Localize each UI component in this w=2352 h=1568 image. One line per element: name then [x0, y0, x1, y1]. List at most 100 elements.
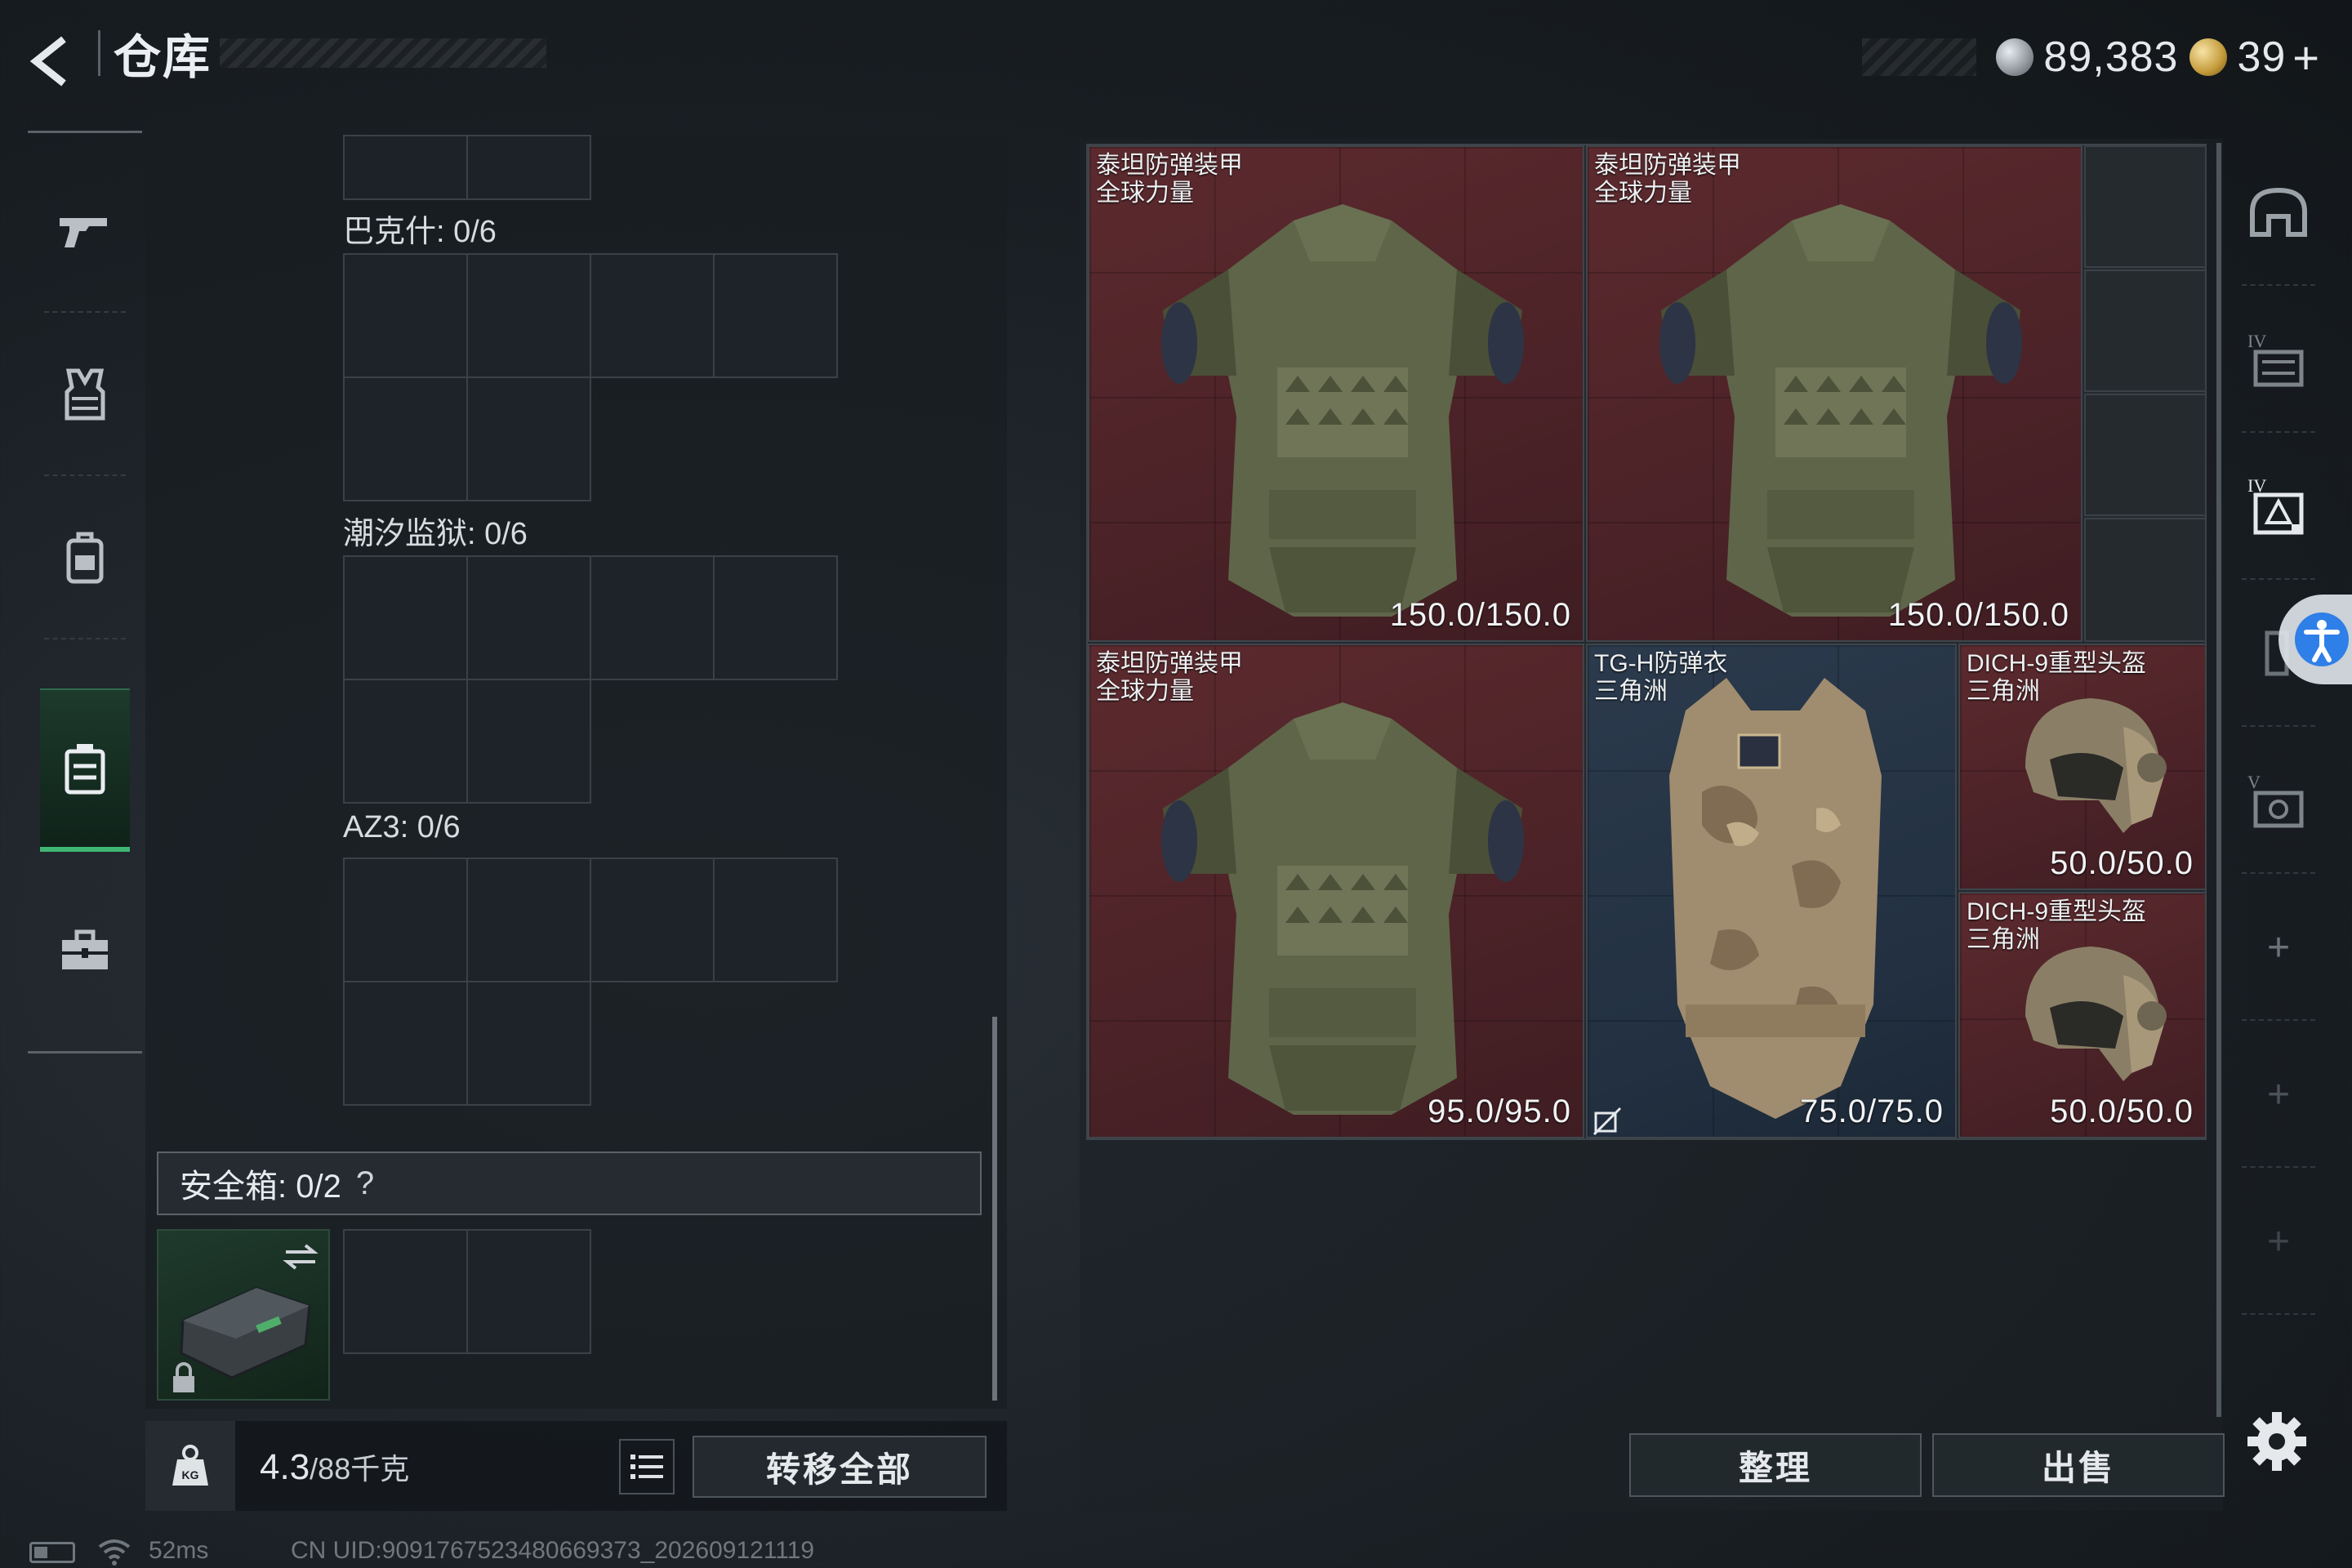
storage-group-label: 巴克什: 0/6	[343, 215, 497, 249]
inventory-slot[interactable]	[2084, 270, 2207, 392]
item-name: DICH-9重型头盔 三角洲	[1967, 898, 2147, 953]
svg-text:IV: IV	[2247, 331, 2266, 351]
weight-icon: KG	[172, 1445, 208, 1486]
add-currency-button[interactable]: +	[2292, 31, 2319, 84]
item-durability: 50.0/50.0	[2050, 845, 2194, 881]
storage-slot[interactable]	[713, 555, 838, 680]
no-repair-icon	[1592, 1107, 1622, 1136]
inventory-slot[interactable]	[2084, 145, 2207, 268]
storage-slot[interactable]	[713, 253, 838, 378]
storage-slot[interactable]	[343, 981, 468, 1106]
titan-armor-image	[1161, 204, 1524, 617]
item-durability: 75.0/75.0	[1800, 1094, 1944, 1129]
list-view-button[interactable]	[619, 1439, 675, 1494]
status-bar: 52ms CN UID:9091767523480669373_20260912…	[0, 1535, 2352, 1568]
add-icon: +	[2266, 925, 2291, 969]
inventory-slot[interactable]	[2084, 518, 2207, 642]
storage-slot[interactable]	[343, 253, 468, 378]
nav-vest[interactable]	[28, 313, 142, 476]
user-uid: CN UID:9091767523480669373_202609121119	[291, 1537, 815, 1564]
storage-slot[interactable]	[343, 679, 468, 804]
wifi-icon	[98, 1539, 131, 1566]
inventory-item[interactable]: 泰坦防弹装甲 全球力量 95.0/95.0	[1088, 644, 1584, 1138]
left-nav	[28, 131, 142, 1054]
top-bar: 仓库 89,383 39 +	[0, 0, 2352, 122]
item-name: 泰坦防弹装甲 全球力量	[1096, 152, 1243, 207]
storage-slot[interactable]	[466, 253, 591, 378]
inventory-item[interactable]: DICH-9重型头盔 三角洲 50.0/50.0	[1958, 644, 2207, 890]
storage-footer: KG 4.3/88千克 转移全部	[145, 1421, 1007, 1511]
swap-icon[interactable]	[281, 1241, 320, 1273]
ping-readout: 52ms	[149, 1537, 209, 1564]
item-durability: 50.0/50.0	[2050, 1094, 2194, 1129]
safebox-slot[interactable]	[343, 1229, 468, 1354]
storage-slot[interactable]	[466, 679, 591, 804]
storage-slot[interactable]	[466, 376, 591, 501]
helmet-slot-icon	[2250, 187, 2307, 237]
safebox-help-button[interactable]: ?	[356, 1165, 374, 1202]
sell-button[interactable]: 出售	[1932, 1433, 2225, 1497]
filter-armor-iv-active[interactable]: IV	[2234, 433, 2323, 580]
sort-button[interactable]: 整理	[1629, 1433, 1922, 1497]
add-slot-button[interactable]: +	[2234, 1168, 2323, 1315]
armor-v-icon: V	[2247, 772, 2304, 828]
currency-decoration	[1862, 38, 1977, 76]
settings-button[interactable]	[2244, 1409, 2310, 1474]
nav-storage-case[interactable]	[40, 688, 130, 852]
item-name: DICH-9重型头盔 三角洲	[1967, 650, 2147, 705]
add-slot-button[interactable]: +	[2234, 1021, 2323, 1168]
currency-display: 89,383 39 +	[1862, 24, 2319, 90]
storage-slot[interactable]	[343, 135, 468, 200]
transfer-all-button[interactable]: 转移全部	[693, 1436, 987, 1498]
svg-text:V: V	[2247, 772, 2261, 792]
inventory-slot[interactable]	[2084, 394, 2207, 516]
filter-armor-iv[interactable]: IV	[2234, 286, 2323, 433]
backpack-icon	[66, 532, 104, 584]
toolbox-icon	[62, 929, 108, 969]
inventory-item[interactable]: 泰坦防弹装甲 全球力量 150.0/150.0	[1088, 145, 1584, 642]
accessibility-icon	[2295, 612, 2349, 666]
inventory-item[interactable]: TG-H防弹衣 三角洲 75.0/75.0	[1586, 644, 1957, 1138]
nav-weapons[interactable]	[28, 149, 142, 313]
inventory-scrollbar[interactable]	[2216, 143, 2221, 1417]
storage-group-label: AZ3: 0/6	[343, 810, 461, 844]
safebox-case-item[interactable]	[157, 1229, 330, 1401]
storage-slot[interactable]	[466, 858, 591, 982]
weapon-icon	[60, 218, 107, 247]
storage-slot[interactable]	[466, 135, 591, 200]
page-title: 仓库	[114, 31, 212, 84]
item-name: 泰坦防弹装甲 全球力量	[1594, 152, 1741, 207]
svg-text:IV: IV	[2247, 475, 2266, 496]
armor-iv-icon: IV	[2247, 331, 2304, 387]
gold-coin-icon	[2189, 38, 2228, 76]
storage-slot[interactable]	[590, 555, 715, 680]
storage-scrollbar[interactable]	[992, 1017, 997, 1401]
storage-slot[interactable]	[343, 555, 468, 680]
vest-icon	[65, 368, 105, 421]
weight-readout: 4.3/88千克	[260, 1446, 409, 1488]
storage-slot[interactable]	[466, 981, 591, 1106]
safebox-label: 安全箱: 0/2	[180, 1169, 341, 1205]
add-slot-button[interactable]: +	[2234, 874, 2323, 1021]
nav-toolbox[interactable]	[28, 868, 142, 1031]
back-button[interactable]	[24, 33, 82, 90]
storage-slot[interactable]	[590, 253, 715, 378]
storage-slot[interactable]	[466, 555, 591, 680]
filter-armor-v[interactable]: V	[2234, 727, 2323, 874]
add-icon: +	[2266, 1219, 2291, 1263]
item-durability: 95.0/95.0	[1428, 1094, 1571, 1129]
safebox-header: 安全箱: 0/2 ?	[157, 1152, 982, 1215]
weight-capacity: /88千克	[310, 1452, 410, 1486]
filter-helmet[interactable]	[2234, 139, 2323, 286]
safebox-slot[interactable]	[466, 1229, 591, 1354]
storage-slot[interactable]	[590, 858, 715, 982]
inventory-item[interactable]: DICH-9重型头盔 三角洲 50.0/50.0	[1958, 892, 2207, 1138]
storage-slot[interactable]	[343, 376, 468, 501]
storage-slot[interactable]	[343, 858, 468, 982]
item-durability: 150.0/150.0	[1887, 597, 2069, 633]
nav-backpack[interactable]	[28, 476, 142, 639]
battery-icon	[29, 1542, 75, 1563]
titan-armor-image	[1659, 204, 2022, 617]
storage-slot[interactable]	[713, 858, 838, 982]
inventory-item[interactable]: 泰坦防弹装甲 全球力量 150.0/150.0	[1586, 145, 2082, 642]
